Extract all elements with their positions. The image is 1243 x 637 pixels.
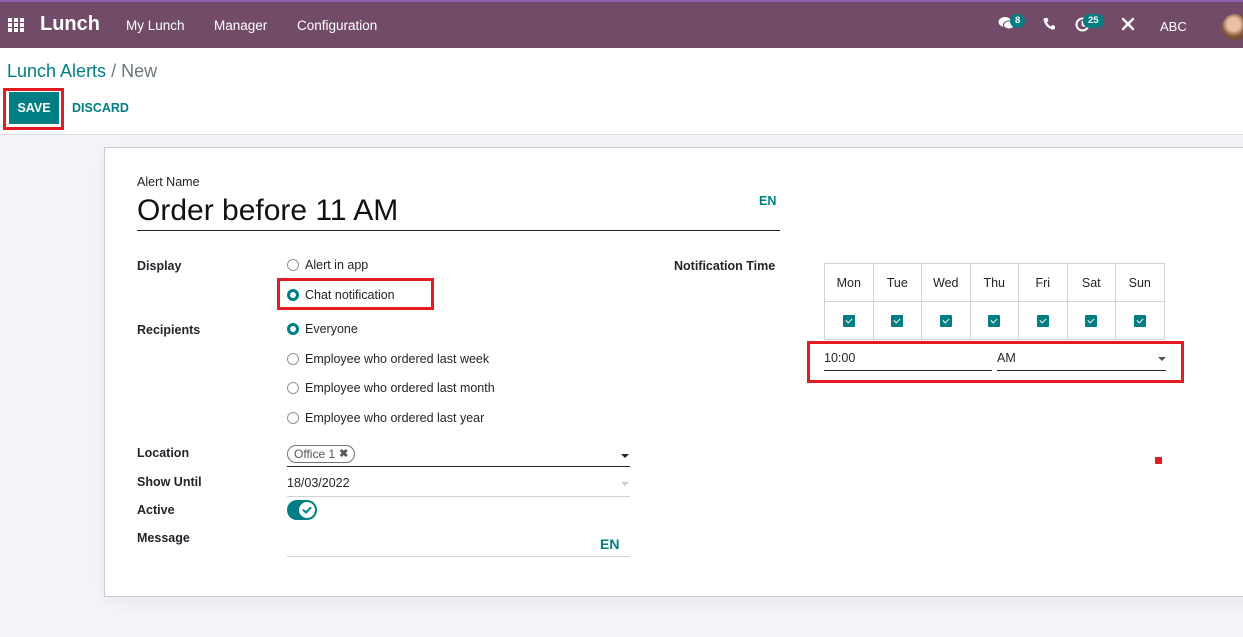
company-switcher[interactable]: ABC <box>1160 19 1187 34</box>
checkbox-fri[interactable] <box>1036 315 1049 328</box>
show-until-label: Show Until <box>137 475 202 489</box>
day-header-thu: Thu <box>969 263 1019 302</box>
annotation-marker <box>1155 457 1162 464</box>
display-option-chat-notification[interactable]: Chat notification <box>287 288 395 302</box>
notification-time-label: Notification Time <box>674 259 776 273</box>
recipients-option-everyone[interactable]: Everyone <box>287 322 358 336</box>
checkbox-mon[interactable] <box>842 315 855 328</box>
day-header-sun: Sun <box>1115 263 1165 302</box>
location-field[interactable]: Office 1 ✖ <box>287 443 630 467</box>
show-until-value: 18/03/2022 <box>287 476 350 490</box>
day-cell <box>1018 301 1068 340</box>
dropdown-caret-icon <box>621 482 629 486</box>
day-cell <box>1066 301 1116 340</box>
phone-button[interactable] <box>1043 17 1055 34</box>
radio-checked-icon <box>287 289 299 301</box>
breadcrumb-current: New <box>121 61 158 81</box>
user-avatar[interactable] <box>1222 14 1243 40</box>
weekday-table: Mon Tue Wed Thu Fri Sat Sun <box>824 263 1165 340</box>
apps-grid-icon[interactable] <box>8 18 24 32</box>
menu-manager[interactable]: Manager <box>214 18 267 33</box>
menu-my-lunch[interactable]: My Lunch <box>126 18 185 33</box>
day-header-wed: Wed <box>921 263 971 302</box>
radio-label: Alert in app <box>305 258 369 272</box>
day-cell <box>824 301 874 340</box>
save-button[interactable]: SAVE <box>9 92 59 124</box>
phone-icon <box>1043 18 1055 30</box>
notification-time-input[interactable]: 10:00 <box>824 348 992 371</box>
location-label: Location <box>137 446 190 460</box>
recipients-label: Recipients <box>137 323 201 337</box>
radio-label: Employee who ordered last week <box>305 352 490 366</box>
day-header-mon: Mon <box>824 263 874 302</box>
checkbox-sat[interactable] <box>1085 315 1098 328</box>
app-name[interactable]: Lunch <box>40 13 100 36</box>
checkbox-tue[interactable] <box>891 315 904 328</box>
radio-checked-icon <box>287 323 299 335</box>
radio-unchecked-icon <box>287 382 299 394</box>
radio-label: Employee who ordered last year <box>305 411 485 425</box>
discard-button[interactable]: DISCARD <box>72 101 129 115</box>
activities-count-badge: 25 <box>1083 14 1104 28</box>
radio-label: Employee who ordered last month <box>305 381 495 395</box>
checkbox-sun[interactable] <box>1133 315 1146 328</box>
radio-unchecked-icon <box>287 353 299 365</box>
day-cell <box>872 301 922 340</box>
location-tag-label: Office 1 <box>294 447 336 461</box>
radio-unchecked-icon <box>287 259 299 271</box>
day-header-tue: Tue <box>872 263 922 302</box>
toggle-knob <box>299 502 315 518</box>
recipients-option-last-year[interactable]: Employee who ordered last year <box>287 411 484 425</box>
menu-configuration[interactable]: Configuration <box>297 18 377 33</box>
alert-name-label: Alert Name <box>137 175 200 189</box>
message-input[interactable] <box>287 530 630 557</box>
remove-tag-icon[interactable]: ✖ <box>339 446 348 462</box>
recipients-option-last-week[interactable]: Employee who ordered last week <box>287 352 489 366</box>
message-label: Message <box>137 531 190 545</box>
radio-label: Everyone <box>305 322 358 336</box>
day-cell <box>921 301 971 340</box>
dropdown-caret-icon[interactable] <box>621 454 629 458</box>
radio-unchecked-icon <box>287 412 299 424</box>
breadcrumb-separator: / <box>106 61 122 81</box>
active-label: Active <box>137 503 175 517</box>
alert-name-input[interactable]: Order before 11 AM <box>137 192 780 231</box>
alert-name-lang-button[interactable]: EN <box>759 194 776 208</box>
radio-label: Chat notification <box>305 288 395 302</box>
debug-tools-button[interactable] <box>1121 17 1135 35</box>
check-icon <box>302 506 312 514</box>
am-pm-value: AM <box>997 351 1016 365</box>
day-cell <box>1115 301 1165 340</box>
tools-icon <box>1121 17 1135 31</box>
messages-count-badge: 8 <box>1010 14 1026 28</box>
display-option-alert-in-app[interactable]: Alert in app <box>287 258 368 272</box>
day-header-sat: Sat <box>1066 263 1116 302</box>
day-cell <box>969 301 1019 340</box>
breadcrumb-parent[interactable]: Lunch Alerts <box>7 61 106 81</box>
control-panel: Lunch Alerts / New SAVE DISCARD <box>0 48 1243 135</box>
top-navbar: Lunch My Lunch Manager Configuration 8 2… <box>0 0 1243 48</box>
breadcrumb: Lunch Alerts / New <box>7 61 157 82</box>
day-header-fri: Fri <box>1018 263 1068 302</box>
checkbox-wed[interactable] <box>939 315 952 328</box>
display-label: Display <box>137 259 182 273</box>
dropdown-caret-icon <box>1158 357 1166 361</box>
am-pm-select[interactable]: AM <box>997 348 1166 371</box>
show-until-input[interactable]: 18/03/2022 <box>287 473 630 497</box>
location-tag: Office 1 ✖ <box>287 445 356 463</box>
active-toggle[interactable] <box>287 500 317 520</box>
recipients-option-last-month[interactable]: Employee who ordered last month <box>287 381 495 395</box>
message-lang-button[interactable]: EN <box>600 536 619 552</box>
checkbox-thu[interactable] <box>988 315 1001 328</box>
